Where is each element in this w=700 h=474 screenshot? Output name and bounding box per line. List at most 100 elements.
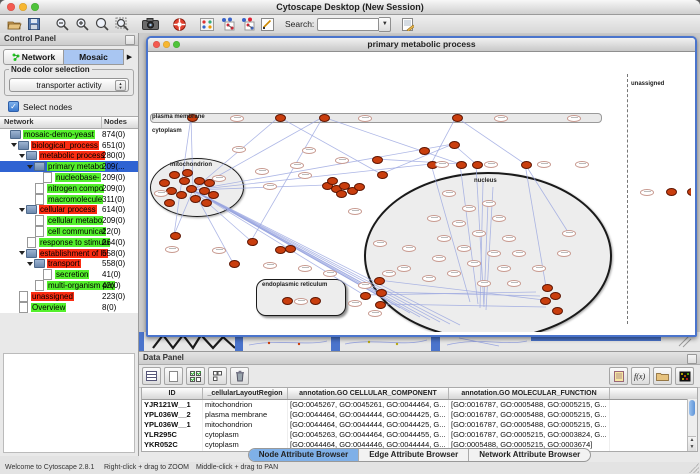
gene-node-highlighted[interactable] <box>208 191 219 199</box>
gene-node[interactable] <box>477 280 491 287</box>
gene-node[interactable] <box>532 265 546 272</box>
gene-node-highlighted[interactable] <box>521 161 532 169</box>
gene-node[interactable] <box>497 265 511 272</box>
tab-node-attribute-browser[interactable]: Node Attribute Browser <box>249 449 360 461</box>
gene-node-highlighted[interactable] <box>552 307 563 315</box>
expand-arrow-icon[interactable] <box>19 208 25 212</box>
gene-node[interactable] <box>457 245 471 252</box>
gene-node[interactable] <box>422 275 436 282</box>
save-icon[interactable] <box>26 17 42 32</box>
zoom-in-icon[interactable] <box>74 17 90 32</box>
tree-row-macromolecule[interactable]: macromolecule311(0) <box>0 194 138 205</box>
tree-row-establishment-of-lo[interactable]: establishment of lo558(0) <box>0 248 138 259</box>
tree-row-secretion[interactable]: secretion41(0) <box>0 269 138 280</box>
expand-arrow-icon[interactable] <box>27 262 33 266</box>
search-input[interactable] <box>317 18 379 31</box>
gene-node[interactable] <box>447 270 461 277</box>
unselect-all-attributes-icon[interactable] <box>208 367 227 385</box>
minimize-view-icon[interactable] <box>163 41 170 48</box>
gene-node[interactable] <box>537 161 551 168</box>
heatmap-icon[interactable] <box>675 367 694 385</box>
gene-node[interactable] <box>567 115 581 122</box>
close-window-icon[interactable] <box>7 3 15 11</box>
network-canvas[interactable]: plasma membrane cytoplasm mitochondrion … <box>148 52 691 332</box>
close-view-icon[interactable] <box>153 41 160 48</box>
gene-node-highlighted[interactable] <box>182 169 193 177</box>
col-header-cellular-component[interactable]: annotation.GO CELLULAR_COMPONENT <box>288 388 449 399</box>
gene-node[interactable] <box>462 205 476 212</box>
gene-node[interactable] <box>575 161 589 168</box>
gene-node-highlighted[interactable] <box>360 292 371 300</box>
gene-node[interactable] <box>230 115 244 122</box>
gene-node[interactable] <box>358 282 372 289</box>
gene-node[interactable] <box>232 146 246 153</box>
gene-node[interactable] <box>382 270 396 277</box>
gene-node-highlighted[interactable] <box>374 277 385 285</box>
expand-arrow-icon[interactable] <box>11 143 17 147</box>
tree-row-cell-communicat[interactable]: cell communicat22(0) <box>0 226 138 237</box>
tree-row-nucleobase-[interactable]: nucleobase-209(0) <box>0 172 138 183</box>
gene-node-highlighted[interactable] <box>159 179 170 187</box>
color-attribute-dropdown[interactable]: transporter activity ▲▼ <box>9 78 129 92</box>
zoom-window-icon[interactable] <box>31 3 39 11</box>
gene-node[interactable] <box>472 230 486 237</box>
open-icon[interactable] <box>6 17 22 32</box>
table-row[interactable]: YLR295Ccytoplasm[GO:0045263, GO:0044464,… <box>142 430 697 440</box>
gene-node[interactable] <box>487 250 501 257</box>
tab-mosaic[interactable]: Mosaic <box>64 49 124 65</box>
gene-node[interactable] <box>442 190 456 197</box>
gene-node[interactable] <box>484 161 498 168</box>
gene-node-highlighted[interactable] <box>354 183 365 191</box>
tree-row-overview[interactable]: Overview8(0) <box>0 302 138 313</box>
import-attributes-icon[interactable] <box>653 367 672 385</box>
expand-arrow-icon[interactable] <box>27 165 33 169</box>
filter-icon[interactable] <box>399 17 415 32</box>
help-icon[interactable] <box>171 17 187 32</box>
gene-node-highlighted[interactable] <box>542 284 553 292</box>
gene-node[interactable] <box>432 255 446 262</box>
gene-node[interactable] <box>452 220 466 227</box>
gene-node[interactable] <box>482 200 496 207</box>
gene-node[interactable] <box>397 265 411 272</box>
expand-arrow-icon[interactable] <box>19 251 25 255</box>
gene-node-highlighted[interactable] <box>375 301 386 309</box>
tab-overflow-arrow-icon[interactable]: ▶ <box>124 53 135 61</box>
tree-row-metabolic-process[interactable]: metabolic process280(0) <box>0 151 138 162</box>
layout-blue-red-icon[interactable] <box>239 17 255 32</box>
gene-node[interactable] <box>263 262 277 269</box>
gene-node-highlighted[interactable] <box>164 199 175 207</box>
gene-node-highlighted[interactable] <box>550 292 561 300</box>
col-header-id[interactable]: ID <box>142 388 203 399</box>
gene-node-highlighted[interactable] <box>449 141 460 149</box>
gene-node[interactable] <box>255 168 269 175</box>
tab-network[interactable]: Network <box>3 49 64 65</box>
gene-node[interactable] <box>212 175 226 182</box>
gene-node[interactable] <box>294 298 308 305</box>
gene-node[interactable] <box>427 215 441 222</box>
gene-node-highlighted[interactable] <box>319 114 330 122</box>
layout-red-blue-icon[interactable] <box>219 17 235 32</box>
gene-node[interactable] <box>492 215 506 222</box>
tree-row-multi-organism-pro[interactable]: multi-organism pro42(0) <box>0 280 138 291</box>
gene-node[interactable] <box>290 162 304 169</box>
gene-node-highlighted[interactable] <box>194 177 205 185</box>
tree-row-biological-process[interactable]: biological_process651(0) <box>0 140 138 151</box>
search-dropdown-icon[interactable]: ▼ <box>379 17 391 32</box>
gene-node-highlighted[interactable] <box>229 260 240 268</box>
gene-node-highlighted[interactable] <box>176 191 187 199</box>
gene-node-highlighted[interactable] <box>377 171 388 179</box>
gene-node-highlighted[interactable] <box>247 238 258 246</box>
gene-node[interactable] <box>263 183 277 190</box>
gene-node-highlighted[interactable] <box>376 289 387 297</box>
table-row[interactable]: YJR121W__1mitochondrion[GO:0045267, GO:0… <box>142 400 697 410</box>
zoom-fit-icon[interactable] <box>94 17 110 32</box>
gene-node-highlighted[interactable] <box>327 177 338 185</box>
zoom-selected-icon[interactable] <box>114 17 130 32</box>
tree-row-cellular-metabo[interactable]: cellular metabo209(0) <box>0 215 138 226</box>
gene-node[interactable] <box>212 247 226 254</box>
zoom-out-icon[interactable] <box>54 17 70 32</box>
tree-row-nitrogen-compo[interactable]: nitrogen compo209(0) <box>0 183 138 194</box>
network-view-titlebar[interactable]: primary metabolic process <box>148 38 695 52</box>
annotation-icon[interactable] <box>259 17 275 32</box>
gene-node[interactable] <box>323 270 337 277</box>
